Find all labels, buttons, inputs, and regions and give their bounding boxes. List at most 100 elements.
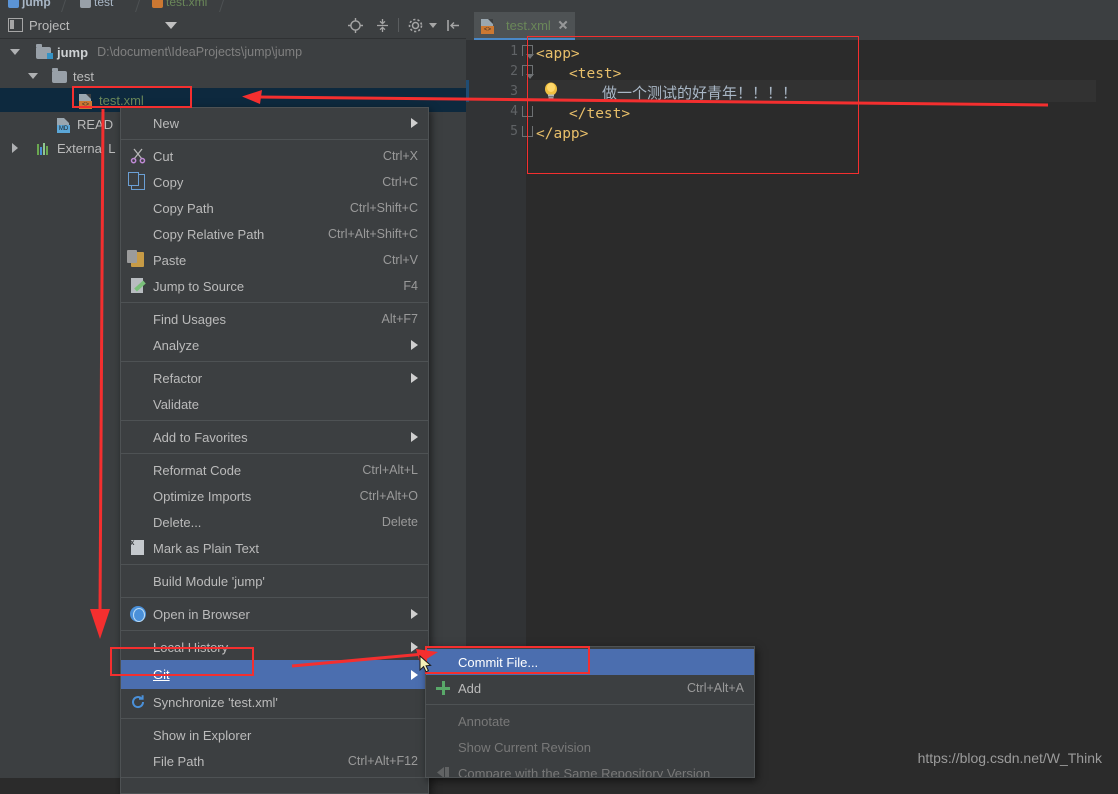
menu-item-paste[interactable]: Paste Ctrl+V <box>121 247 428 273</box>
menu-item-label: Jump to Source <box>153 278 245 294</box>
project-title[interactable]: Project <box>8 14 178 36</box>
menu-item-jump-to-source[interactable]: Jump to Source F4 <box>121 273 428 299</box>
menu-item-label: Validate <box>153 396 200 412</box>
menu-item-label: Analyze <box>153 337 200 353</box>
xml-file-icon: <> <box>480 17 496 34</box>
libraries-icon <box>36 140 52 156</box>
tree-row-jump[interactable]: jump D:\document\IdeaProjects\jump\jump <box>0 40 466 64</box>
xml-badge: <> <box>481 26 494 34</box>
menu-separator <box>121 564 428 565</box>
menu-item-label: Show Current Revision <box>458 739 591 755</box>
menu-item-label: Annotate <box>458 713 511 729</box>
breadcrumb-item-jump[interactable]: jump <box>8 0 51 12</box>
md-file-icon: MD <box>56 116 72 133</box>
menu-separator <box>121 630 428 631</box>
menu-item-label: Add <box>458 680 482 696</box>
submenu-arrow-icon <box>411 340 418 350</box>
breadcrumb-item-testxml[interactable]: test.xml <box>152 0 207 12</box>
menu-item-label: Find Usages <box>153 311 226 327</box>
close-icon[interactable] <box>557 19 569 31</box>
menu-item-shortcut: Ctrl+V <box>382 253 418 267</box>
chevron-collapsed-icon[interactable] <box>8 141 22 155</box>
menu-item-label: Synchronize 'test.xml' <box>153 694 278 710</box>
menu-icon-placeholder <box>127 459 149 481</box>
globe-icon <box>127 603 149 625</box>
xml-file-icon <box>152 0 163 8</box>
submenu-item-add[interactable]: Add Ctrl+Alt+A <box>426 675 754 701</box>
menu-item-label: Show in Explorer <box>153 727 252 743</box>
gear-icon[interactable] <box>404 14 426 36</box>
menu-icon-placeholder <box>127 636 149 658</box>
menu-icon-placeholder <box>432 736 454 758</box>
folder-icon <box>52 68 68 84</box>
menu-item-open-in-browser[interactable]: Open in Browser <box>121 601 428 627</box>
menu-item-label: Cut <box>153 148 174 164</box>
submenu-item-compare-same-repository-version: Compare with the Same Repository Version <box>426 760 754 777</box>
submenu-item-show-current-revision: Show Current Revision <box>426 734 754 760</box>
menu-item-copy-path[interactable]: Copy Path Ctrl+Shift+C <box>121 195 428 221</box>
menu-separator <box>121 597 428 598</box>
menu-item-label: Paste <box>153 252 187 268</box>
menu-icon-placeholder <box>127 112 149 134</box>
menu-item-validate[interactable]: Validate <box>121 391 428 417</box>
menu-item-label: Mark as Plain Text <box>153 540 259 556</box>
menu-item-refactor[interactable]: Refactor <box>121 365 428 391</box>
menu-item-label: Copy Path <box>153 200 214 216</box>
menu-item-reformat-code[interactable]: Reformat Code Ctrl+Alt+L <box>121 457 428 483</box>
fold-end-icon[interactable] <box>522 126 533 137</box>
fold-start-icon[interactable] <box>522 45 534 59</box>
menu-item-label: Reformat Code <box>153 462 242 478</box>
hide-panel-icon[interactable] <box>442 14 464 36</box>
annotation-arrow-git-to-submenu <box>291 649 438 668</box>
menu-item-shortcut: Ctrl+Alt+F12 <box>347 754 418 768</box>
menu-item-label: Open in Browser <box>153 606 250 622</box>
module-folder-icon <box>36 44 53 60</box>
menu-item-cut[interactable]: Cut Ctrl+X <box>121 143 428 169</box>
tab-label: test.xml <box>506 17 551 33</box>
locate-icon[interactable] <box>344 14 366 36</box>
fold-start-icon[interactable] <box>522 65 534 79</box>
submenu-item-commit-file[interactable]: Commit File... <box>426 649 754 675</box>
tree-path: D:\document\IdeaProjects\jump\jump <box>97 45 303 59</box>
breadcrumb-label: jump <box>22 0 51 9</box>
editor-code[interactable]: <app> <test> 做一个测试的好青年！！！！ </test> </app… <box>536 40 1096 340</box>
chevron-down-icon[interactable] <box>165 21 178 29</box>
menu-separator <box>121 302 428 303</box>
breadcrumb-label: test <box>94 0 114 9</box>
menu-item-analyze[interactable]: Analyze <box>121 332 428 358</box>
menu-item-show-in-explorer[interactable]: Show in Explorer <box>121 722 428 748</box>
submenu-arrow-icon <box>411 432 418 442</box>
breadcrumb-separator <box>61 0 68 12</box>
collapse-all-icon[interactable] <box>371 14 393 36</box>
menu-item-find-usages[interactable]: Find Usages Alt+F7 <box>121 306 428 332</box>
menu-item-build-module[interactable]: Build Module 'jump' <box>121 568 428 594</box>
code-line: </app> <box>536 126 589 142</box>
menu-item-optimize-imports[interactable]: Optimize Imports Ctrl+Alt+O <box>121 483 428 509</box>
breadcrumb-item-test[interactable]: test <box>80 0 113 12</box>
menu-item-partial[interactable] <box>121 781 428 793</box>
plus-icon <box>432 677 454 699</box>
project-toolbar-buttons <box>344 14 464 36</box>
folder-icon <box>80 0 91 8</box>
chevron-expanded-icon[interactable] <box>8 45 22 59</box>
breadcrumb-separator <box>219 0 226 12</box>
sync-icon <box>127 691 149 713</box>
menu-separator <box>121 420 428 421</box>
menu-item-shortcut: Alt+F7 <box>381 312 418 326</box>
menu-item-label: Delete... <box>153 514 202 530</box>
menu-item-copy-relative-path[interactable]: Copy Relative Path Ctrl+Alt+Shift+C <box>121 221 428 247</box>
menu-item-add-to-favorites[interactable]: Add to Favorites <box>121 424 428 450</box>
compare-icon <box>432 762 454 777</box>
menu-icon-placeholder <box>127 334 149 356</box>
menu-item-delete[interactable]: Delete... Delete <box>121 509 428 535</box>
menu-item-file-path[interactable]: File Path Ctrl+Alt+F12 <box>121 748 428 774</box>
tree-row-test[interactable]: test <box>0 64 466 88</box>
chevron-expanded-icon[interactable] <box>26 69 40 83</box>
menu-item-mark-as-plain-text[interactable]: Mark as Plain Text <box>121 535 428 561</box>
tab-test-xml[interactable]: <> test.xml <box>474 12 575 40</box>
menu-item-shortcut: Ctrl+X <box>382 149 418 163</box>
menu-item-synchronize[interactable]: Synchronize 'test.xml' <box>121 689 428 715</box>
menu-icon-placeholder <box>127 664 149 686</box>
gear-dropdown-chevron-icon[interactable] <box>429 22 437 28</box>
menu-item-copy[interactable]: Copy Ctrl+C <box>121 169 428 195</box>
